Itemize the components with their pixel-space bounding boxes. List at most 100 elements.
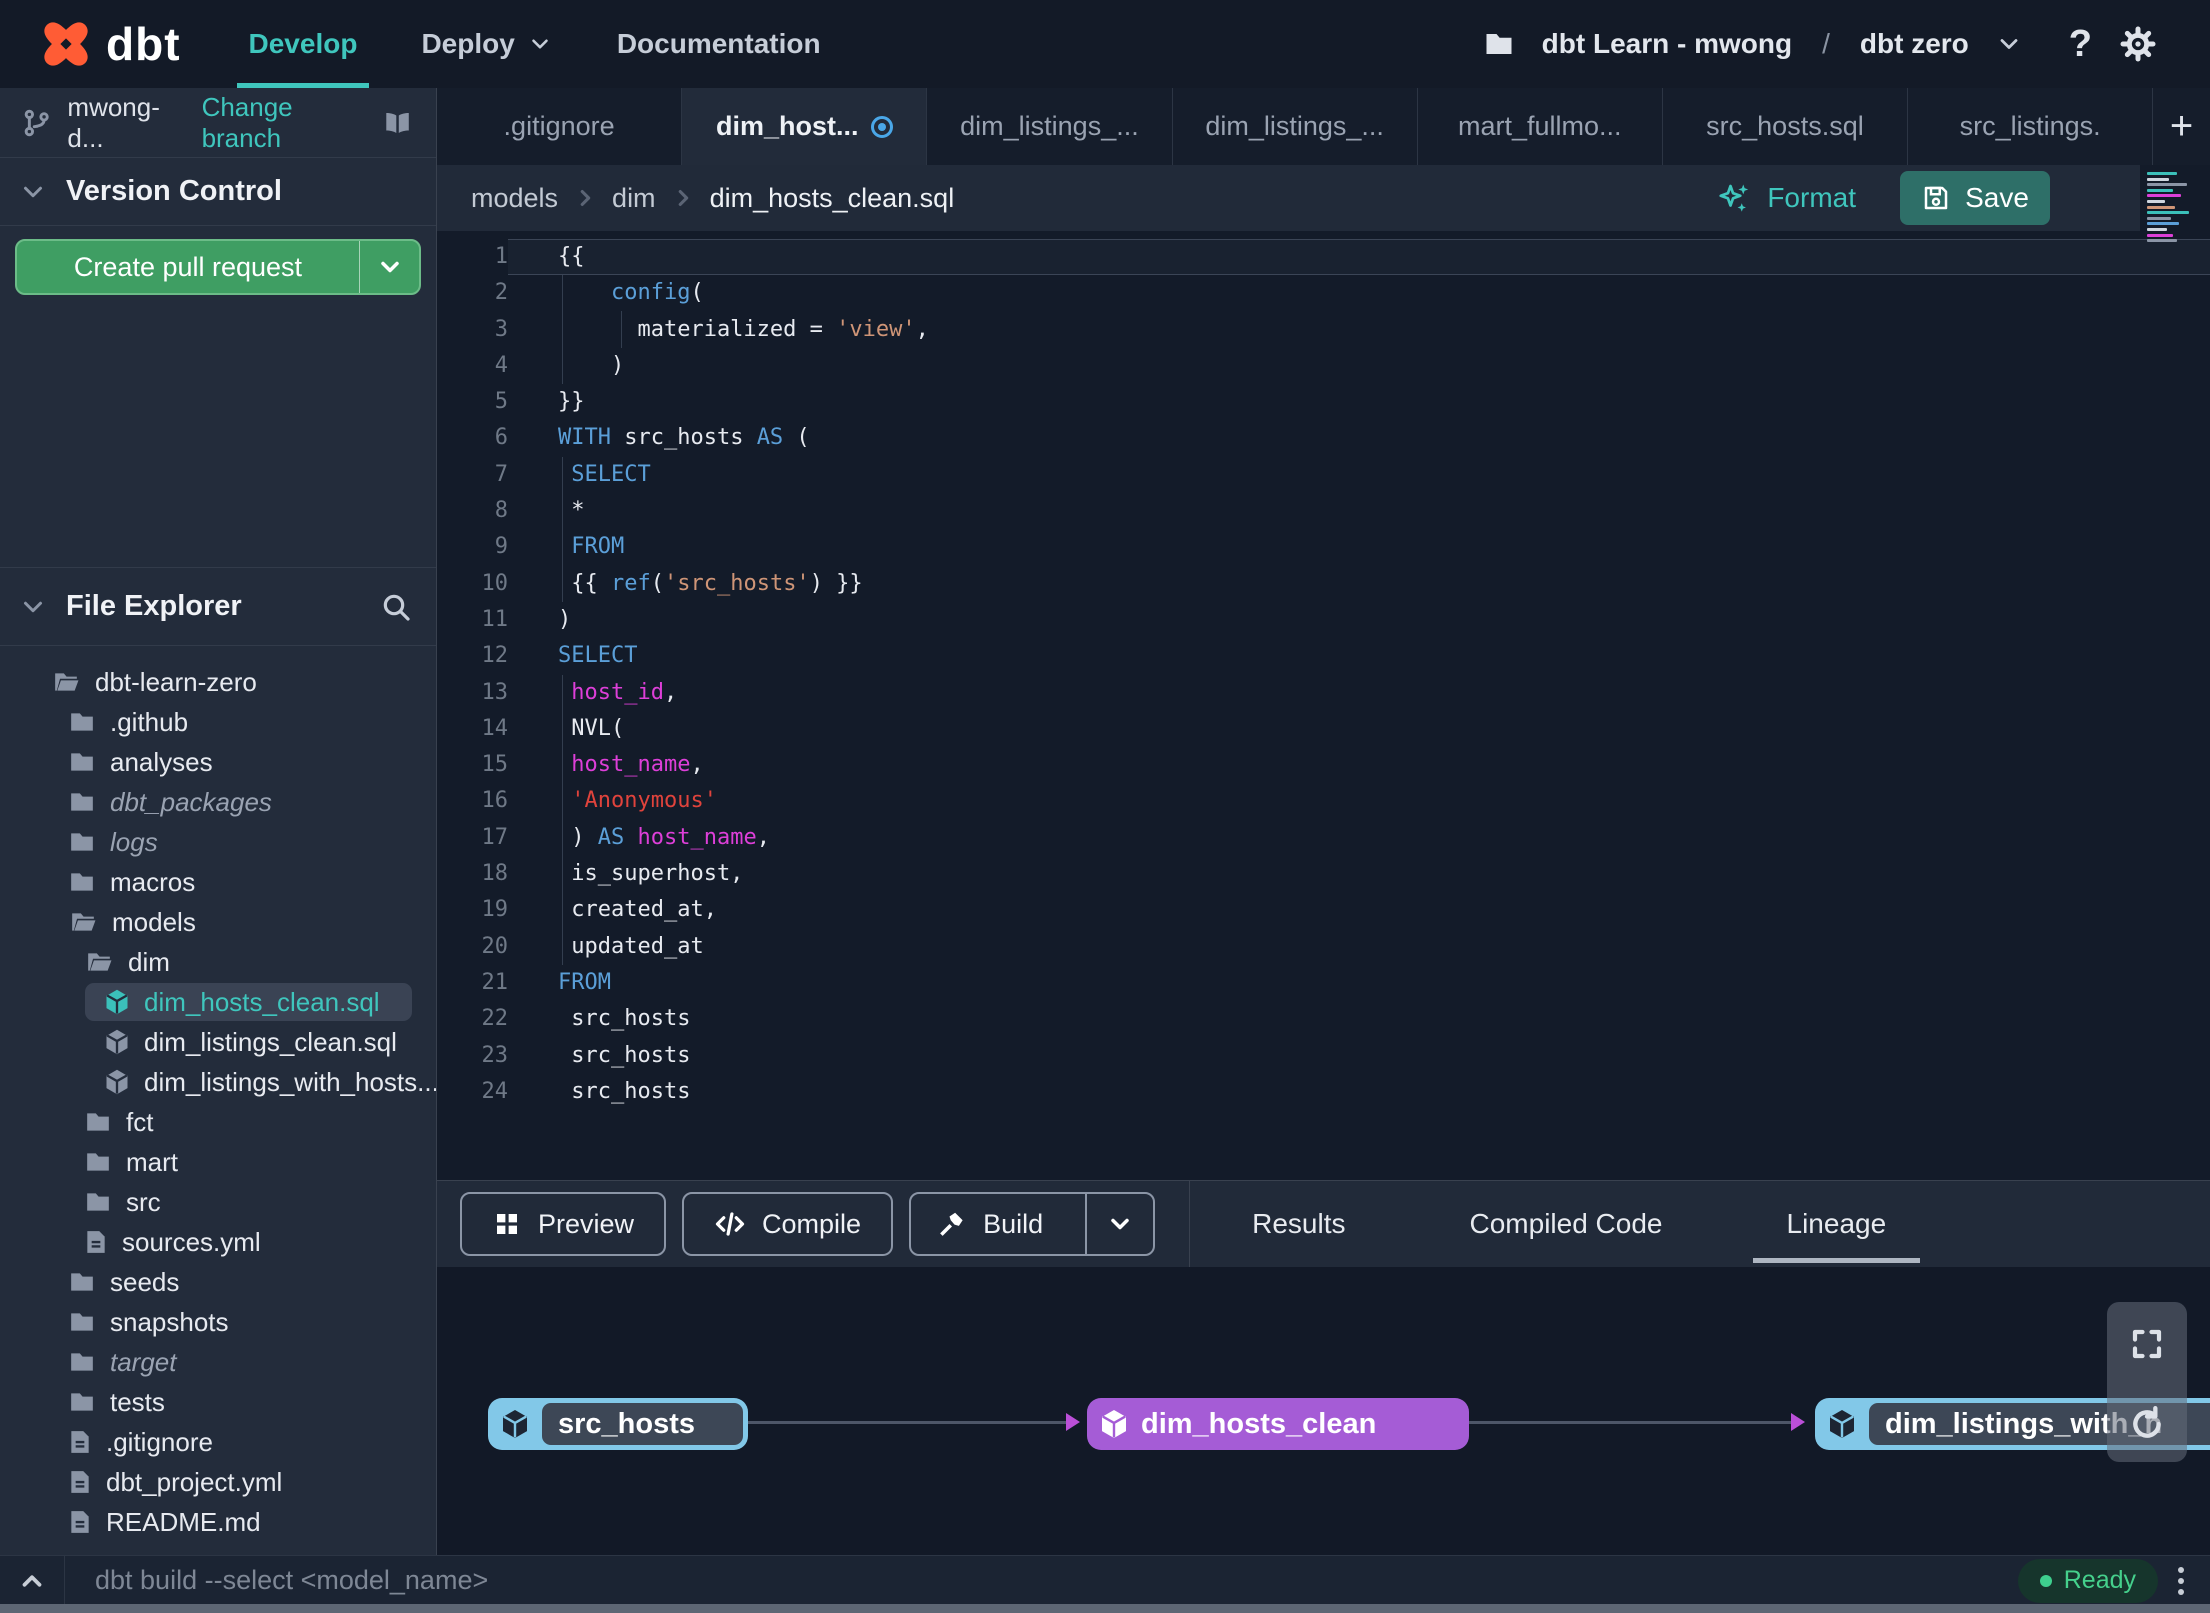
breadcrumb-segment[interactable]: dim [612, 183, 656, 214]
save-button[interactable]: Save [1900, 171, 2050, 225]
file-tree-item-dim-listings-with-hosts[interactable]: dim_listings_with_hosts... [0, 1062, 436, 1102]
command-input[interactable]: dbt build --select <model_name> [95, 1565, 2018, 1596]
code-line-22[interactable]: 22 src_hosts [437, 1001, 2210, 1037]
editor-tab-dim-listings[interactable]: dim_listings_... [1173, 88, 1418, 165]
code-line-17[interactable]: 17 ) AS host_name, [437, 820, 2210, 856]
editor-tab-src-listings[interactable]: src_listings. [1908, 88, 2154, 165]
settings-button[interactable] [2118, 24, 2158, 64]
code-line-9[interactable]: 9 FROM [437, 529, 2210, 565]
file-tree-item-dbt-learn-zero[interactable]: dbt-learn-zero [0, 662, 436, 702]
file-tree-item-readme-md[interactable]: README.md [0, 1502, 436, 1542]
code-line-6[interactable]: 6 WITH src_hosts AS ( [437, 420, 2210, 456]
version-control-header[interactable]: Version Control [0, 158, 436, 226]
lineage-node-dim-hosts-clean[interactable]: dim_hosts_clean [1087, 1398, 1469, 1450]
file-tree-item-analyses[interactable]: analyses [0, 742, 436, 782]
code-line-3[interactable]: 3 materialized = 'view', [437, 312, 2210, 348]
preview-button[interactable]: Preview [460, 1192, 667, 1256]
change-branch-link[interactable]: Change branch [202, 92, 365, 154]
nav-item-documentation[interactable]: Documentation [617, 0, 821, 88]
search-icon[interactable] [380, 591, 412, 623]
dbt-logo[interactable]: dbt [0, 17, 181, 71]
file-tree-item-dim-listings-clean-sql[interactable]: dim_listings_clean.sql [0, 1022, 436, 1062]
lineage-node-src-hosts[interactable]: src_hosts [488, 1398, 748, 1450]
file-tree-item-sources-yml[interactable]: sources.yml [0, 1222, 436, 1262]
create-pull-request-button[interactable]: Create pull request [15, 239, 421, 295]
code-line-19[interactable]: 19 created_at, [437, 892, 2210, 928]
minimap[interactable] [2147, 172, 2203, 252]
refresh-icon[interactable] [2127, 1404, 2167, 1444]
file-tree-item-logs[interactable]: logs [0, 822, 436, 862]
build-button-main[interactable]: Build [911, 1209, 1069, 1240]
tab-lineage[interactable]: Lineage [1725, 1181, 1949, 1267]
build-button[interactable]: Build [909, 1192, 1156, 1256]
file-tree-item-dim[interactable]: dim [0, 942, 436, 982]
code-line-13[interactable]: 13 host_id, [437, 675, 2210, 711]
file-tree-item-seeds[interactable]: seeds [0, 1262, 436, 1302]
nav-item-deploy[interactable]: Deploy [421, 0, 552, 88]
project-name[interactable]: dbt zero [1860, 28, 1969, 60]
file-tree-item-fct[interactable]: fct [0, 1102, 436, 1142]
help-button[interactable]: ? [2069, 23, 2092, 66]
code-line-1[interactable]: 1{{ [437, 239, 2210, 276]
kebab-menu-button[interactable] [2178, 1566, 2184, 1595]
fullscreen-icon[interactable] [2129, 1326, 2165, 1362]
file-tree-item-dbt-project-yml[interactable]: dbt_project.yml [0, 1462, 436, 1502]
editor-tab-gitignore[interactable]: .gitignore [437, 88, 683, 165]
code-line-5[interactable]: 5}} [437, 384, 2210, 420]
status-badge: Ready [2017, 1558, 2158, 1603]
nav-menu: Develop Deploy Documentation [236, 0, 821, 88]
new-tab-button[interactable]: + [2153, 88, 2210, 165]
code-line-20[interactable]: 20 updated_at [437, 929, 2210, 965]
build-menu-button[interactable] [1085, 1194, 1153, 1254]
breadcrumb-segment[interactable]: models [471, 183, 558, 214]
grid-icon [497, 1214, 517, 1234]
editor-tab-dim-listings[interactable]: dim_listings_... [927, 88, 1173, 165]
file-tree-item-github[interactable]: .github [0, 702, 436, 742]
code-line-4[interactable]: 4 ) [437, 348, 2210, 384]
folder-icon [67, 869, 97, 895]
code-editor[interactable]: 1{{2 config(3 materialized = 'view', 4 ) 5… [437, 231, 2210, 1180]
nav-item-develop[interactable]: Develop [236, 0, 370, 88]
code-line-10[interactable]: 10 {{ ref('src_hosts') }} [437, 566, 2210, 602]
file-tree-item-tests[interactable]: tests [0, 1382, 436, 1422]
file-tree-item-macros[interactable]: macros [0, 862, 436, 902]
file-tree-item-src[interactable]: src [0, 1182, 436, 1222]
code-line-2[interactable]: 2 config( [437, 275, 2210, 311]
file-tree-item-mart[interactable]: mart [0, 1142, 436, 1182]
horizontal-scrollbar[interactable] [0, 1604, 2210, 1613]
file-tree-item-dbt-packages[interactable]: dbt_packages [0, 782, 436, 822]
format-button[interactable]: Format [1717, 180, 1856, 216]
lineage-canvas[interactable]: src_hosts dim_hosts_clean dim_listings_w… [437, 1267, 2210, 1555]
compile-button[interactable]: Compile [682, 1192, 894, 1256]
file-tree-item-gitignore[interactable]: .gitignore [0, 1422, 436, 1462]
book-icon[interactable] [381, 108, 414, 138]
sidebar: mwong-d... Change branch Version Control… [0, 88, 437, 1555]
tab-results[interactable]: Results [1190, 1181, 1407, 1267]
pull-request-menu-button[interactable] [359, 241, 419, 293]
chevron-down-icon[interactable] [1995, 30, 2023, 58]
code-line-21[interactable]: 21 FROM [437, 965, 2210, 1001]
code-line-8[interactable]: 8 * [437, 493, 2210, 529]
editor-tab-mart-fullmo[interactable]: mart_fullmo... [1418, 88, 1663, 165]
edge-arrowhead-icon [1791, 1413, 1805, 1431]
code-line-23[interactable]: 23 src_hosts [437, 1038, 2210, 1074]
account-name[interactable]: dbt Learn - mwong [1542, 28, 1792, 60]
code-line-12[interactable]: 12 SELECT [437, 638, 2210, 674]
code-line-14[interactable]: 14 NVL( [437, 711, 2210, 747]
code-line-15[interactable]: 15 host_name, [437, 747, 2210, 783]
expand-panel-button[interactable] [0, 1556, 65, 1605]
editor-tab-src-hosts-sql[interactable]: src_hosts.sql [1663, 88, 1909, 165]
code-line-16[interactable]: 16 'Anonymous' [437, 783, 2210, 819]
file-tree-item-snapshots[interactable]: snapshots [0, 1302, 436, 1342]
code-line-18[interactable]: 18 is_superhost, [437, 856, 2210, 892]
code-line-24[interactable]: 24 src_hosts [437, 1074, 2210, 1110]
code-text: WITH src_hosts AS ( [558, 425, 810, 451]
editor-tab-dim-host[interactable]: dim_host... [682, 88, 928, 165]
file-tree-item-models[interactable]: models [0, 902, 436, 942]
file-tree-item-target[interactable]: target [0, 1342, 436, 1382]
file-tree-item-dim-hosts-clean-sql[interactable]: dim_hosts_clean.sql [0, 982, 436, 1022]
code-line-11[interactable]: 11) [437, 602, 2210, 638]
file-explorer-header[interactable]: File Explorer [0, 568, 436, 646]
tab-compiled-code[interactable]: Compiled Code [1408, 1181, 1725, 1267]
code-line-7[interactable]: 7 SELECT [437, 457, 2210, 493]
